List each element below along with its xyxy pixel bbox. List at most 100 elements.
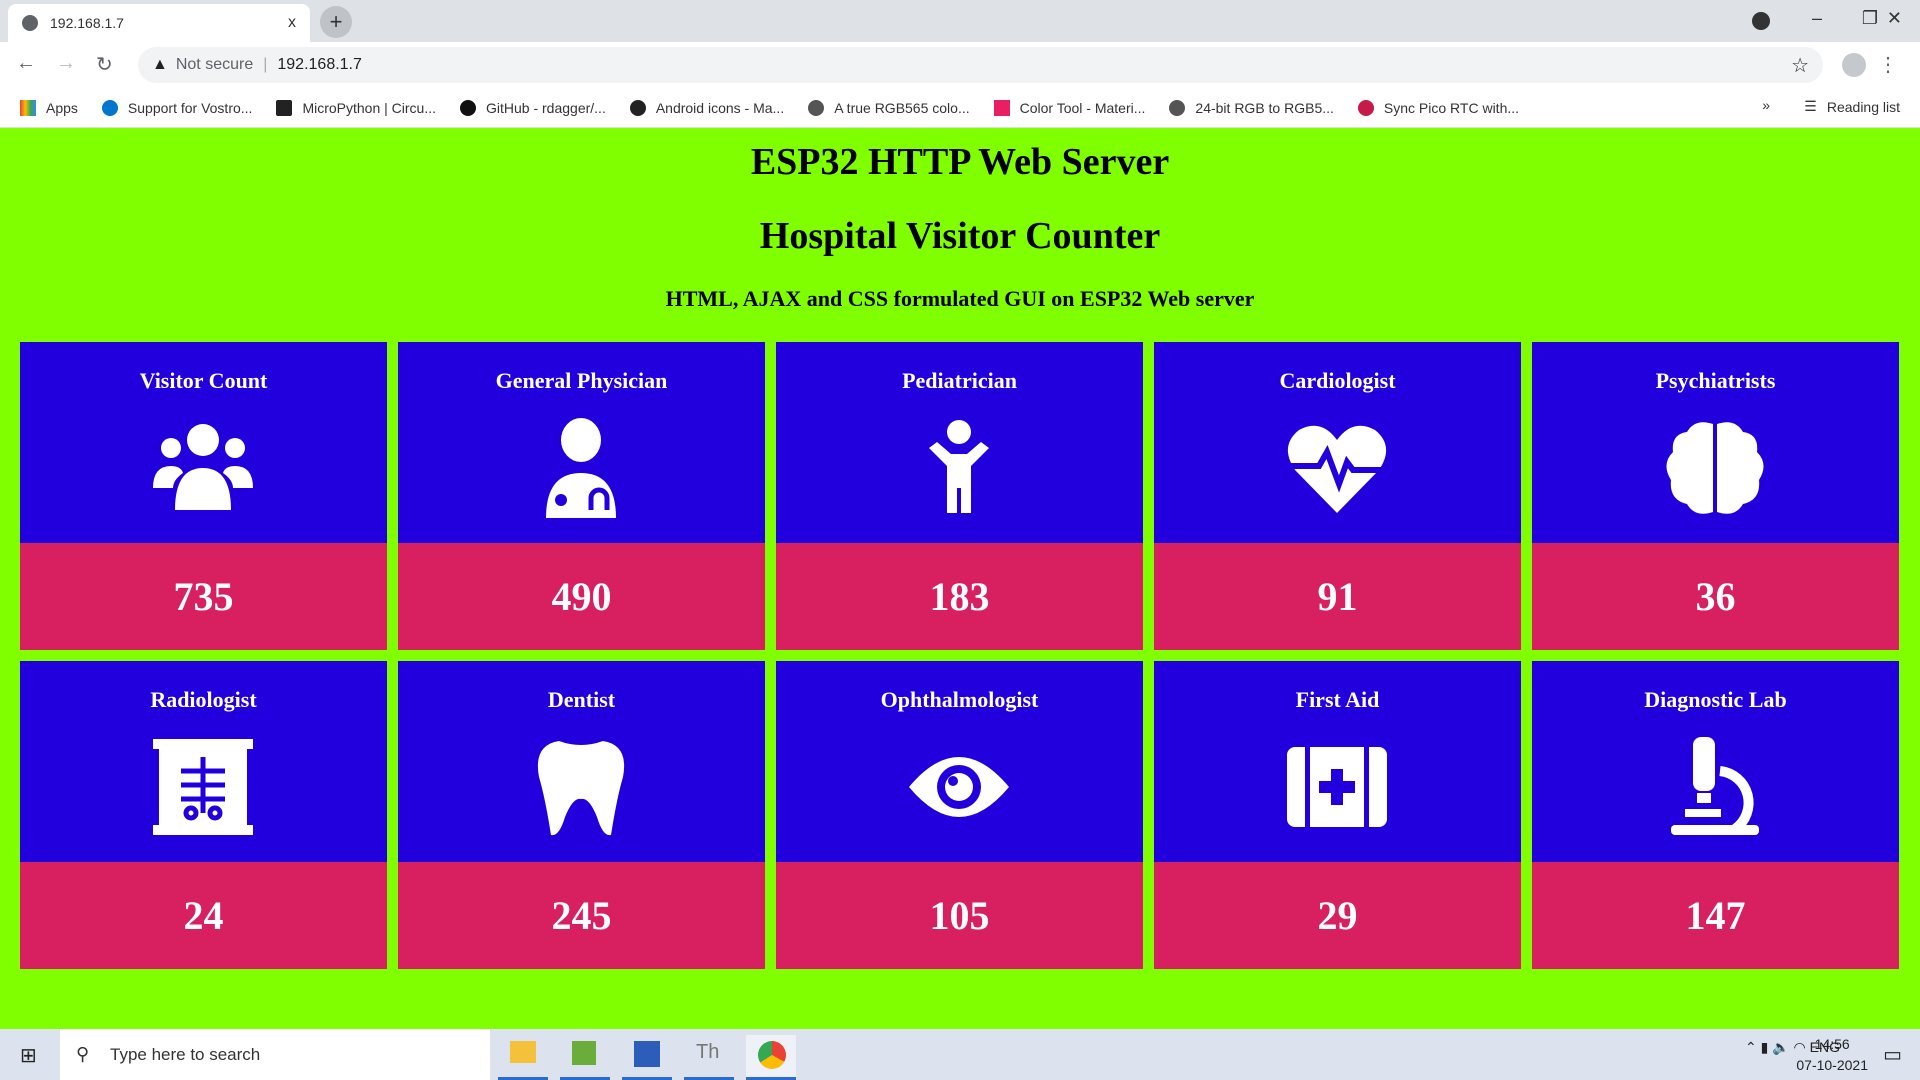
tooth-icon	[537, 741, 625, 836]
globe-icon	[22, 15, 38, 31]
card-header: Psychiatrists	[1532, 342, 1899, 543]
url-text: 192.168.1.7	[277, 56, 362, 73]
card-label: Dentist	[547, 687, 616, 712]
warning-icon: ▲	[152, 56, 168, 73]
card-value: 29	[1154, 862, 1521, 969]
page-subtitle: Hospital Visitor Counter	[759, 215, 1161, 257]
reading-list-button[interactable]: ☰ Reading list	[1804, 98, 1900, 115]
card-header: Cardiologist	[1154, 342, 1521, 543]
child-icon	[929, 420, 989, 513]
taskbar: ⊞ ⚲ Type here to search Th ⌃ ▮ 🔈 ◠ ENG 1…	[0, 1029, 1920, 1080]
card-label: First Aid	[1295, 687, 1380, 712]
card-value: 490	[398, 543, 765, 650]
x-ray-icon	[153, 739, 253, 835]
address-bar-row: ← → ↻ ▲ Not secure | 192.168.1.7 ☆ ⋮	[0, 42, 1920, 88]
star-logo-icon	[276, 99, 293, 116]
minimize-icon[interactable]: –	[1812, 8, 1822, 29]
browser-tab[interactable]: 192.168.1.7 x	[8, 4, 310, 42]
bookmark[interactable]: MicroPython | Circu...	[276, 99, 436, 116]
tab-bar: 192.168.1.7 x + – ❐ ✕	[0, 0, 1920, 42]
android-icon	[629, 99, 646, 116]
card-label: Cardiologist	[1279, 368, 1396, 393]
paint-icon[interactable]	[560, 1035, 610, 1080]
card-label: Radiologist	[150, 687, 257, 712]
new-tab-button[interactable]: +	[320, 6, 352, 38]
close-tab-icon[interactable]: x	[288, 14, 296, 32]
notifications-icon[interactable]: ▭	[1883, 1042, 1902, 1067]
taskbar-search-input[interactable]: ⚲ Type here to search	[60, 1029, 490, 1080]
card-label: Ophthalmologist	[880, 687, 1039, 712]
bookmark[interactable]: Support for Vostro...	[101, 99, 252, 116]
card-value: 245	[398, 862, 765, 969]
page-caption: HTML, AJAX and CSS formulated GUI on ESP…	[665, 286, 1255, 311]
restore-icon[interactable]: ❐	[1862, 8, 1878, 29]
heartbeat-icon	[1287, 425, 1387, 513]
card-header: First Aid	[1154, 661, 1521, 862]
card-label: Pediatrician	[902, 368, 1017, 393]
forward-icon[interactable]: →	[56, 52, 76, 75]
file-explorer-icon[interactable]	[498, 1035, 548, 1080]
counter-card: Dentist 245	[398, 661, 765, 969]
doctor-icon	[546, 418, 616, 518]
bookmarks-bar: Apps Support for Vostro... MicroPython |…	[0, 88, 1920, 128]
globe-icon	[808, 99, 825, 116]
profile-dropdown-icon[interactable]	[1752, 12, 1770, 30]
counter-card: Cardiologist 91	[1154, 342, 1521, 650]
chrome-icon[interactable]	[746, 1035, 796, 1080]
card-value: 735	[20, 543, 387, 650]
card-label: Diagnostic Lab	[1644, 687, 1787, 712]
not-secure-label[interactable]: Not secure	[176, 56, 253, 74]
bookmark[interactable]: Sync Pico RTC with...	[1357, 99, 1519, 116]
card-value: 36	[1532, 543, 1899, 650]
bookmark[interactable]: GitHub - rdagger/...	[460, 99, 606, 116]
counter-card: Pediatrician 183	[776, 342, 1143, 650]
tab-title: 192.168.1.7	[50, 15, 124, 31]
card-value: 91	[1154, 543, 1521, 650]
dell-icon	[101, 99, 118, 116]
raspberry-icon	[1357, 99, 1374, 116]
card-header: General Physician	[398, 342, 765, 543]
clock[interactable]: 14:56 07-10-2021	[1796, 1034, 1868, 1076]
star-icon[interactable]: ☆	[1791, 53, 1809, 78]
card-value: 105	[776, 862, 1143, 969]
reload-icon[interactable]: ↻	[96, 52, 113, 77]
counter-card: First Aid 29	[1154, 661, 1521, 969]
card-header: Diagnostic Lab	[1532, 661, 1899, 862]
word-icon[interactable]	[622, 1035, 672, 1080]
eye-icon	[909, 757, 1009, 817]
card-header: Dentist	[398, 661, 765, 862]
more-bookmarks-button[interactable]: »	[1762, 97, 1770, 113]
counter-card: Ophthalmologist 105	[776, 661, 1143, 969]
counter-card: Diagnostic Lab 147	[1532, 661, 1899, 969]
windows-start-icon[interactable]: ⊞	[20, 1043, 37, 1068]
card-header: Ophthalmologist	[776, 661, 1143, 862]
color-tool-icon	[993, 99, 1010, 116]
card-header: Pediatrician	[776, 342, 1143, 543]
card-label: Visitor Count	[139, 368, 268, 393]
card-value: 24	[20, 862, 387, 969]
url-bar[interactable]: ▲ Not secure | 192.168.1.7 ☆	[138, 47, 1823, 83]
github-icon	[460, 99, 476, 116]
bookmark[interactable]: Color Tool - Materi...	[993, 99, 1145, 116]
search-icon: ⚲	[76, 1044, 90, 1064]
counter-card: Visitor Count 735	[20, 342, 387, 650]
brain-icon	[1666, 422, 1764, 514]
card-value: 147	[1532, 862, 1899, 969]
card-value: 183	[776, 543, 1143, 650]
bookmark[interactable]: A true RGB565 colo...	[808, 99, 970, 116]
back-icon[interactable]: ←	[16, 52, 36, 75]
close-window-icon[interactable]: ✕	[1887, 8, 1902, 29]
page-title: ESP32 HTTP Web Server	[750, 141, 1170, 183]
bookmark[interactable]: Android icons - Ma...	[629, 99, 784, 116]
card-label: Psychiatrists	[1655, 368, 1776, 393]
users-icon	[153, 424, 253, 510]
counter-grid: Visitor Count 735 General Physician 490 …	[20, 342, 1899, 969]
apps-icon	[20, 99, 36, 116]
bookmark[interactable]: 24-bit RGB to RGB5...	[1169, 99, 1334, 116]
thonny-icon[interactable]: Th	[684, 1035, 734, 1080]
menu-icon[interactable]: ⋮	[1878, 52, 1898, 77]
globe-icon	[1169, 99, 1186, 116]
bookmark-apps[interactable]: Apps	[20, 99, 78, 116]
first-aid-icon	[1287, 747, 1387, 827]
avatar[interactable]	[1842, 53, 1866, 77]
